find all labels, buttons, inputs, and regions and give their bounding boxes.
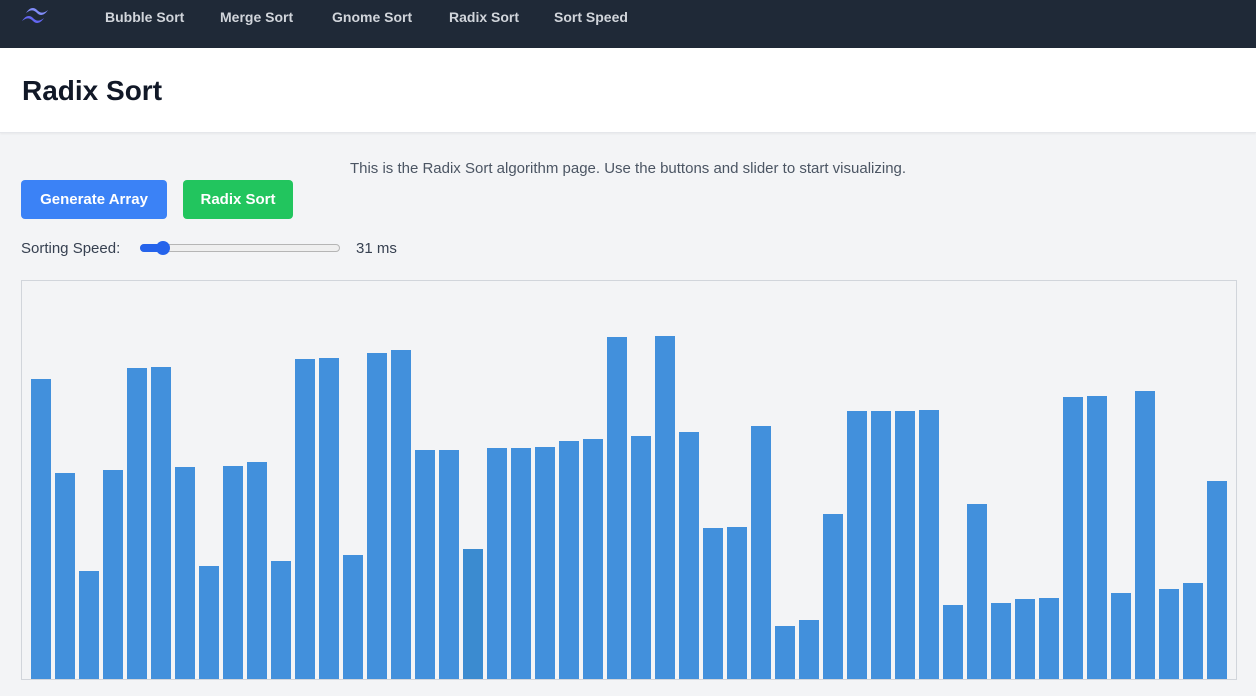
array-bar xyxy=(487,448,507,679)
array-bar xyxy=(1135,391,1155,679)
array-bar xyxy=(607,337,627,679)
array-bar xyxy=(799,620,819,679)
top-navbar: Bubble Sort Merge Sort Gnome Sort Radix … xyxy=(0,0,1256,48)
array-bar xyxy=(919,410,939,679)
bars-svg xyxy=(31,336,1227,679)
array-bar xyxy=(1063,397,1083,679)
array-bar xyxy=(1039,598,1059,679)
radix-sort-button[interactable]: Radix Sort xyxy=(183,180,293,219)
array-bar xyxy=(631,436,651,679)
array-bar xyxy=(1111,593,1131,679)
slider-thumb[interactable] xyxy=(155,241,170,255)
array-bar xyxy=(727,527,747,679)
array-bar xyxy=(319,358,339,679)
array-bar xyxy=(199,566,219,679)
array-bar xyxy=(1087,396,1107,679)
array-bar xyxy=(343,555,363,679)
page-header: Radix Sort xyxy=(0,48,1256,133)
array-bar xyxy=(223,466,243,679)
array-bar xyxy=(175,467,195,679)
sorting-speed-label: Sorting Speed: xyxy=(21,240,121,257)
array-bar xyxy=(271,561,291,679)
array-bar xyxy=(655,336,675,679)
array-bar xyxy=(847,411,867,679)
array-bar xyxy=(895,411,915,679)
array-bar xyxy=(583,439,603,679)
array-bar xyxy=(295,359,315,679)
array-bar xyxy=(247,462,267,679)
array-bar xyxy=(1159,589,1179,679)
array-bar xyxy=(439,450,459,679)
array-bar xyxy=(535,447,555,679)
array-bar xyxy=(1015,599,1035,679)
array-bar xyxy=(871,411,891,679)
slider-track xyxy=(140,244,340,252)
array-bar xyxy=(79,571,99,679)
array-bar xyxy=(559,441,579,679)
array-bar xyxy=(775,626,795,679)
tailwind-logo-icon[interactable] xyxy=(20,4,52,26)
array-bar xyxy=(991,603,1011,679)
nav-link-gnome-sort[interactable]: Gnome Sort xyxy=(332,8,412,26)
array-bar xyxy=(943,605,963,679)
array-bar xyxy=(703,528,723,679)
array-bar xyxy=(1207,481,1227,679)
array-bar xyxy=(1183,583,1203,679)
array-bar xyxy=(751,426,771,679)
nav-link-sort-speed[interactable]: Sort Speed xyxy=(554,8,628,26)
array-bar xyxy=(679,432,699,679)
nav-link-bubble-sort[interactable]: Bubble Sort xyxy=(105,8,184,26)
generate-array-button[interactable]: Generate Array xyxy=(21,180,167,219)
array-bar xyxy=(823,514,843,679)
sorting-speed-value: 31 ms xyxy=(356,240,397,257)
nav-link-radix-sort[interactable]: Radix Sort xyxy=(449,8,519,26)
array-bar xyxy=(367,353,387,679)
array-bars-chart xyxy=(21,280,1237,680)
array-bar xyxy=(391,350,411,679)
array-bar xyxy=(511,448,531,679)
array-bar xyxy=(31,379,51,679)
sorting-speed-slider[interactable] xyxy=(140,239,340,257)
array-bar xyxy=(463,549,483,679)
nav-link-merge-sort[interactable]: Merge Sort xyxy=(220,8,293,26)
array-bar xyxy=(103,470,123,679)
intro-text: This is the Radix Sort algorithm page. U… xyxy=(349,160,907,177)
page-title: Radix Sort xyxy=(22,75,163,106)
array-bar xyxy=(967,504,987,679)
array-bar xyxy=(127,368,147,679)
array-bar xyxy=(415,450,435,679)
array-bar xyxy=(55,473,75,679)
array-bar xyxy=(151,367,171,679)
